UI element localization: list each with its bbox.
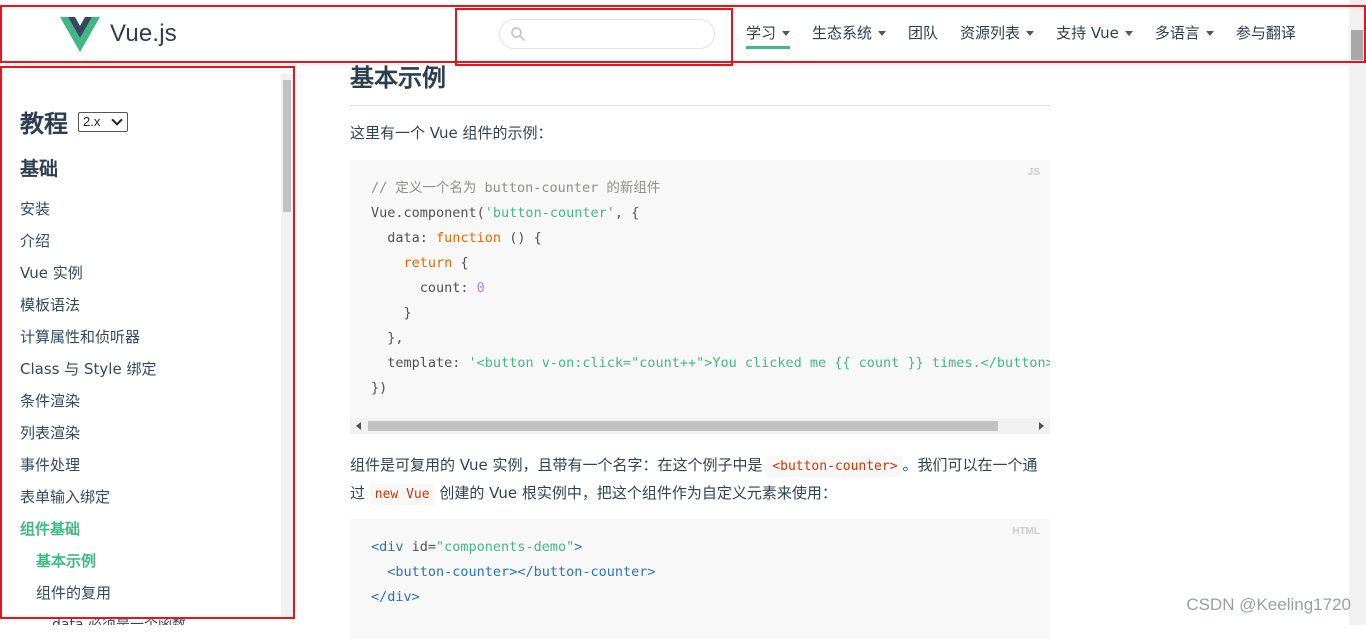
scroll-right-arrow-icon[interactable] [1039, 422, 1044, 430]
caret-down-icon [1206, 31, 1214, 36]
caret-down-icon [782, 31, 790, 36]
sidebar-scrollbar[interactable] [281, 74, 293, 619]
inline-code: <button-counter> [767, 456, 902, 477]
sidebar-item-3[interactable]: 模板语法 [20, 292, 186, 324]
sidebar-item-5[interactable]: Class 与 Style 绑定 [20, 356, 186, 388]
component-paragraph: 组件是可复用的 Vue 实例，且带有一个名字：在这个例子中是 <button-c… [350, 452, 1050, 508]
nav-item-label: 参与翻译 [1236, 22, 1296, 43]
sidebar-item-10[interactable]: 组件基础 [20, 516, 186, 548]
nav-item-label: 资源列表 [960, 22, 1020, 43]
sidebar-section-heading: 基础 [20, 154, 58, 181]
nav-item-6[interactable]: 参与翻译 [1236, 0, 1296, 64]
caret-down-icon [1026, 31, 1034, 36]
sidebar-item-4[interactable]: 计算属性和侦听器 [20, 324, 186, 356]
code-line: return { [371, 251, 1050, 276]
sidebar-item-1[interactable]: 介绍 [20, 228, 186, 260]
sidebar-item-11[interactable]: 基本示例 [20, 548, 186, 580]
scroll-left-arrow-icon[interactable] [356, 422, 361, 430]
nav-item-label: 支持 Vue [1056, 22, 1119, 43]
search-input[interactable] [532, 21, 712, 47]
code-line: }) [371, 376, 1050, 401]
code-lines: <div id="components-demo"> <button-count… [371, 535, 656, 610]
intro-paragraph: 这里有一个 Vue 组件的示例： [350, 120, 1050, 146]
code-line: template: '<button v-on:click="count++">… [371, 351, 1050, 376]
sidebar-item-0[interactable]: 安装 [20, 196, 186, 228]
chevron-down-icon [111, 114, 122, 125]
code-scrollbar-thumb[interactable] [368, 421, 998, 431]
nav-item-5[interactable]: 多语言 [1155, 0, 1214, 64]
nav-item-3[interactable]: 资源列表 [960, 0, 1034, 64]
code-block-js: JS // 定义一个名为 button-counter 的新组件Vue.comp… [350, 160, 1050, 434]
nav-item-1[interactable]: 生态系统 [812, 0, 886, 64]
section-heading: 基本示例 [350, 58, 1050, 106]
inline-code: new Vue [370, 484, 435, 505]
sidebar-scrollbar-thumb[interactable] [283, 80, 291, 212]
sidebar-item-9[interactable]: 表单输入绑定 [20, 484, 186, 516]
code-line: data: function () { [371, 226, 1050, 251]
sidebar-title-row: 教程 2.x [20, 104, 128, 139]
code-block-html: HTML <div id="components-demo"> <button-… [350, 519, 1050, 639]
caret-down-icon [878, 31, 886, 36]
nav-item-label: 多语言 [1155, 22, 1200, 43]
para-text: 创建的 Vue 根实例中，把这个组件作为自定义元素来使用： [435, 484, 837, 502]
nav-item-label: 生态系统 [812, 22, 872, 43]
sidebar-item-7[interactable]: 列表渲染 [20, 420, 186, 452]
code-lang-label: HTML [1012, 526, 1040, 537]
page-scrollbar-thumb[interactable] [1351, 30, 1363, 60]
site-header: Vue.js 学习 生态系统 团队 资源列表 支持 Vue 多语言 参与翻译 [0, 0, 1366, 64]
nav-item-2[interactable]: 团队 [908, 0, 938, 64]
page-scrollbar[interactable] [1349, 0, 1366, 625]
sidebar-item-13[interactable]: data 必须是一个函数 [20, 612, 186, 625]
code-line: count: 0 [371, 276, 1050, 301]
code-lines: // 定义一个名为 button-counter 的新组件Vue.compone… [371, 176, 1050, 401]
vue-logo-icon [60, 17, 100, 52]
nav-item-label: 学习 [746, 22, 776, 43]
version-select-value: 2.x [83, 114, 100, 129]
version-select[interactable]: 2.x [78, 112, 128, 132]
top-nav: 学习 生态系统 团队 资源列表 支持 Vue 多语言 参与翻译 [746, 0, 1318, 64]
search-icon [510, 26, 526, 42]
sidebar: 教程 2.x 基础 安装介绍Vue 实例模板语法计算属性和侦听器Class 与 … [0, 64, 296, 625]
nav-item-0[interactable]: 学习 [746, 0, 790, 64]
sidebar-item-12[interactable]: 组件的复用 [20, 580, 186, 612]
code-line: Vue.component('button-counter', { [371, 201, 1050, 226]
code-line: <div id="components-demo"> [371, 535, 656, 560]
logo-link[interactable]: Vue.js [60, 16, 177, 52]
watermark: CSDN @Keeling1720 [1186, 595, 1351, 615]
code-line: <button-counter></button-counter> [371, 560, 656, 585]
sidebar-item-8[interactable]: 事件处理 [20, 452, 186, 484]
nav-item-label: 团队 [908, 22, 938, 43]
para-text: 组件是可复用的 Vue 实例，且带有一个名字：在这个例子中是 [350, 456, 767, 474]
nav-item-4[interactable]: 支持 Vue [1056, 0, 1133, 64]
sidebar-list: 安装介绍Vue 实例模板语法计算属性和侦听器Class 与 Style 绑定条件… [20, 196, 186, 625]
sidebar-item-6[interactable]: 条件渲染 [20, 388, 186, 420]
search-box[interactable] [499, 19, 715, 49]
sidebar-item-2[interactable]: Vue 实例 [20, 260, 186, 292]
code-line: // 定义一个名为 button-counter 的新组件 [371, 176, 1050, 201]
code-line: } [371, 301, 1050, 326]
sidebar-title: 教程 [20, 104, 68, 139]
code-line: }, [371, 326, 1050, 351]
code-line: </div> [371, 585, 656, 610]
code-horizontal-scrollbar[interactable] [350, 418, 1050, 434]
logo-text: Vue.js [110, 20, 177, 48]
caret-down-icon [1125, 31, 1133, 36]
